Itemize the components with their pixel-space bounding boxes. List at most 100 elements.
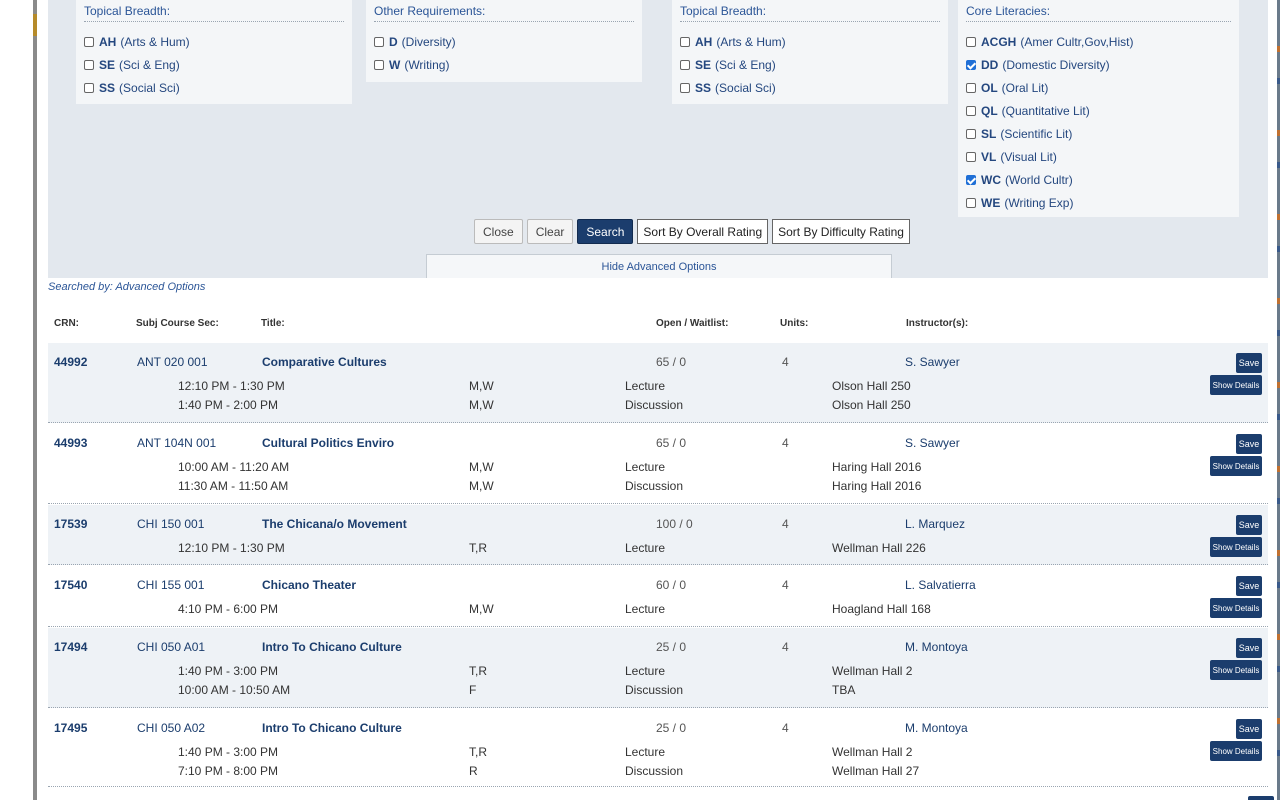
course-subj: CHI 050 A02 [137,721,206,735]
meeting-type: Lecture [625,541,666,555]
filter-option-ss[interactable]: SS (Social Sci) [84,76,344,99]
course-crn: 17539 [54,517,88,531]
filter-code: DD [981,57,999,72]
meeting-time: 12:10 PM - 1:30 PM [178,379,285,393]
filter-label: (Oral Lit) [1001,80,1049,95]
course-title[interactable]: Intro To Chicano Culture [262,640,402,654]
filter-box-title: Other Requirements: [374,4,634,22]
meeting-days: R [469,764,478,778]
show-details-button[interactable]: Show Details [1210,660,1262,680]
filter-option-d[interactable]: D (Diversity) [374,30,634,53]
filter-option-se[interactable]: SE (Sci & Eng) [84,53,344,76]
search-button[interactable]: Search [577,219,634,244]
filter-option-w[interactable]: W (Writing) [374,53,634,76]
save-button[interactable]: Save [1236,434,1262,454]
checkbox[interactable] [680,59,690,70]
filter-option-ql[interactable]: QL (Quantitative Lit) [966,99,1231,122]
show-details-button[interactable]: Show Details [1210,456,1262,476]
filter-option-ss[interactable]: SS (Social Sci) [680,76,940,99]
save-button[interactable]: Save [1236,638,1262,658]
filter-code: VL [981,149,997,164]
filter-option-vl[interactable]: VL (Visual Lit) [966,145,1231,168]
clear-button[interactable]: Clear [526,219,574,244]
save-button[interactable]: Save [1236,719,1262,739]
course-title[interactable]: Cultural Politics Enviro [262,436,394,450]
meeting-location: Wellman Hall 27 [832,764,920,778]
filter-label: (Social Sci) [119,80,180,95]
course-title[interactable]: Chicano Theater [262,578,356,592]
course-title[interactable]: Intro To Chicano Culture [262,721,402,735]
course-title[interactable]: The Chicana/o Movement [262,517,407,531]
checkbox[interactable] [966,82,976,93]
meeting-type: Lecture [625,664,666,678]
show-details-button[interactable]: Show Details [1210,741,1262,761]
meeting-days: M,W [469,379,494,393]
meeting-type: Lecture [625,745,666,759]
filter-code: SE [695,57,712,72]
hide-advanced-options-tab[interactable]: Hide Advanced Options [426,254,892,278]
checkbox[interactable] [966,151,976,162]
checkbox[interactable] [84,59,94,70]
course-instructor: M. Montoya [905,721,968,735]
course-open-waitlist: 65 / 0 [656,436,687,450]
checkbox[interactable] [680,36,690,47]
checked-checkbox[interactable] [966,59,976,70]
course-open-waitlist: 60 / 0 [656,578,687,592]
course-subj: CHI 050 A01 [137,640,206,654]
show-details-button[interactable]: Show Details [1210,537,1262,557]
filter-option-wc[interactable]: WC (World Cultr) [966,168,1231,191]
left-margin [0,0,36,800]
save-button[interactable]: Save [1236,353,1262,373]
sort-difficulty-button[interactable]: Sort By Difficulty Rating [772,219,910,244]
filter-code: D [389,34,398,49]
checkbox[interactable] [84,36,94,47]
meeting-type: Discussion [625,764,684,778]
filter-label: (Sci & Eng) [715,57,776,72]
filter-option-ah[interactable]: AH (Arts & Hum) [680,30,940,53]
filter-option-sl[interactable]: SL (Scientific Lit) [966,122,1231,145]
meeting-time: 7:10 PM - 8:00 PM [178,764,279,778]
show-details-button[interactable]: Show Details [1210,375,1262,395]
save-button[interactable]: Save [1236,576,1262,596]
filter-label: (Writing) [404,57,450,72]
meeting-location: Olson Hall 250 [832,398,911,412]
filter-box-title: Topical Breadth: [84,4,344,22]
other-requirements-box: Other Requirements: D (Diversity) W (Writing… [366,0,642,82]
topical-breadth-box-2: Topical Breadth: AH (Arts & Hum) SE (Sci & E… [672,0,948,104]
course-open-waitlist: 25 / 0 [656,640,687,654]
checkbox[interactable] [374,36,384,47]
filter-option-ol[interactable]: OL (Oral Lit) [966,76,1231,99]
filter-label: (Social Sci) [715,80,776,95]
filter-code: AH [695,34,713,49]
meeting-time: 12:10 PM - 1:30 PM [178,541,285,555]
filter-box-title: Topical Breadth: [680,4,940,22]
meeting-days: T,R [469,541,487,555]
filter-label: (Writing Exp) [1004,195,1074,210]
checkbox[interactable] [966,197,976,208]
checked-checkbox[interactable] [966,174,976,185]
meeting-time: 1:40 PM - 3:00 PM [178,664,279,678]
checkbox[interactable] [966,128,976,139]
checkbox[interactable] [84,82,94,93]
course-title[interactable]: Comparative Cultures [262,355,387,369]
course-subj: ANT 104N 001 [137,436,217,450]
checkbox[interactable] [680,82,690,93]
checkbox[interactable] [374,59,384,70]
checkbox[interactable] [966,105,976,116]
left-accent [33,14,37,36]
filter-option-dd[interactable]: DD (Domestic Diversity) [966,53,1231,76]
course-open-waitlist: 100 / 0 [656,517,693,531]
save-button-partial[interactable] [1248,796,1274,800]
show-details-button[interactable]: Show Details [1210,598,1262,618]
filter-option-ah[interactable]: AH (Arts & Hum) [84,30,344,53]
course-row: 44993 ANT 104N 001 Cultural Politics Envir… [48,424,1268,504]
course-crn: 17495 [54,721,88,735]
sort-overall-button[interactable]: Sort By Overall Rating [637,219,769,244]
save-button[interactable]: Save [1236,515,1262,535]
filter-option-we[interactable]: WE (Writing Exp) [966,191,1231,214]
course-crn: 17540 [54,578,88,592]
checkbox[interactable] [966,36,976,47]
close-button[interactable]: Close [474,219,523,244]
filter-option-acgh[interactable]: ACGH (Amer Cultr,Gov,Hist) [966,30,1231,53]
filter-option-se[interactable]: SE (Sci & Eng) [680,53,940,76]
